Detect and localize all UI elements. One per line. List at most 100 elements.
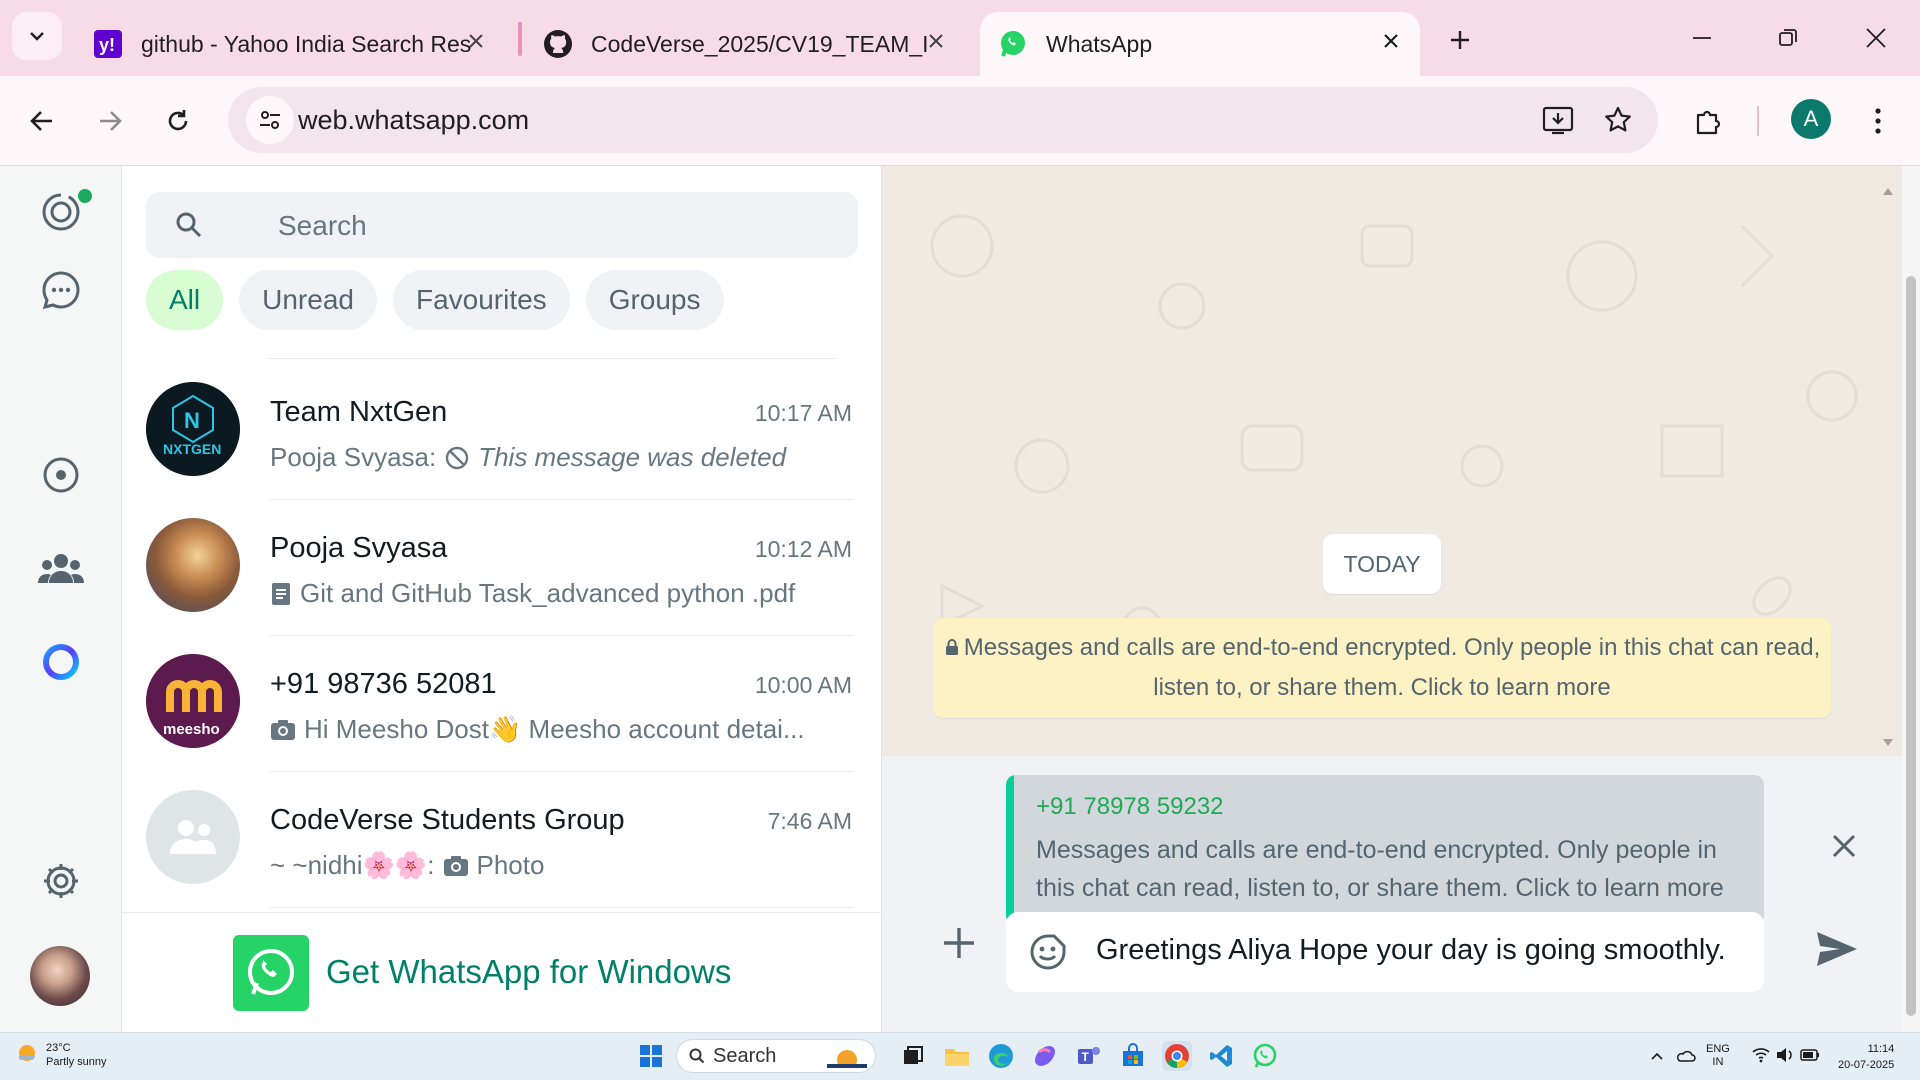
svg-text:N: N: [184, 408, 200, 433]
chat-list-item[interactable]: CodeVerse Students Group 7:46 AM ~ ~nidh…: [122, 772, 862, 908]
chat-preview: ~ ~nidhi🌸🌸: Photo: [270, 850, 544, 881]
chat-time: 7:46 AM: [767, 808, 852, 834]
address-bar[interactable]: web.whatsapp.com: [228, 87, 1658, 153]
whatsapp-icon: [998, 29, 1028, 59]
profile-avatar[interactable]: A: [1791, 99, 1831, 139]
filter-groups[interactable]: Groups: [585, 270, 724, 330]
gear-icon: [44, 864, 78, 898]
weather-widget[interactable]: 23°C Partly sunny: [16, 1041, 107, 1069]
minimize-button[interactable]: [1678, 16, 1726, 60]
message-input[interactable]: Greetings Aliya Hope your day is going s…: [1006, 912, 1764, 992]
forward-button[interactable]: [86, 97, 134, 145]
system-clock[interactable]: 11:14 20-07-2025: [1838, 1041, 1894, 1073]
onedrive-icon[interactable]: [1676, 1047, 1696, 1065]
chevron-up-icon[interactable]: [1650, 1049, 1664, 1063]
reply-preview[interactable]: +91 78978 59232 Messages and calls are e…: [1006, 775, 1764, 925]
encryption-notice[interactable]: Messages and calls are end-to-end encryp…: [933, 618, 1831, 718]
close-tab-icon[interactable]: [921, 26, 951, 56]
close-tab-icon[interactable]: [1376, 26, 1406, 56]
reply-accent-bar: [1006, 775, 1014, 925]
get-whatsapp-link[interactable]: Get WhatsApp for Windows: [326, 953, 731, 991]
browser-toolbar: web.whatsapp.com A: [0, 76, 1920, 166]
browser-menu-button[interactable]: [1854, 97, 1902, 145]
battery-icon[interactable]: [1800, 1047, 1820, 1063]
weather-sun-icon: [18, 1045, 35, 1061]
get-whatsapp-banner[interactable]: Get WhatsApp for Windows: [122, 912, 881, 1032]
filter-unread[interactable]: Unread: [239, 270, 377, 330]
whatsapp-icon: [1253, 1043, 1277, 1068]
language-indicator[interactable]: ENG IN: [1706, 1043, 1730, 1069]
communities-button[interactable]: [36, 544, 86, 594]
volume-icon[interactable]: [1776, 1047, 1794, 1063]
sticker-icon: [1030, 934, 1066, 970]
tab-github-repo[interactable]: CodeVerse_2025/CV19_TEAM_I: [525, 12, 965, 76]
emoji-sticker-button[interactable]: [1026, 930, 1070, 974]
file-explorer-button[interactable]: [942, 1041, 972, 1071]
document-icon: [272, 582, 290, 605]
chat-name: +91 98736 52081: [270, 668, 497, 700]
chats-button[interactable]: [36, 265, 86, 315]
reload-button[interactable]: [154, 97, 202, 145]
send-button[interactable]: [1810, 922, 1864, 976]
edge-button[interactable]: [986, 1041, 1016, 1071]
search-placeholder: Search: [278, 210, 367, 241]
my-profile-avatar[interactable]: [30, 946, 90, 1006]
meta-ai-button[interactable]: [36, 637, 86, 687]
teams-button[interactable]: T: [1074, 1041, 1104, 1071]
back-button[interactable]: [18, 97, 66, 145]
restore-button[interactable]: [1764, 16, 1812, 60]
search-icon: [689, 1048, 705, 1064]
taskbar-search[interactable]: Search: [676, 1039, 876, 1073]
weather-desc: Partly sunny: [46, 1056, 107, 1068]
tab-yahoo-search[interactable]: y! github - Yahoo India Search Res: [75, 12, 505, 76]
extensions-button[interactable]: [1684, 97, 1732, 145]
copilot-button[interactable]: [1030, 1041, 1060, 1071]
message-draft: Greetings Aliya Hope your day is going s…: [1096, 934, 1726, 966]
compose-footer: +91 78978 59232 Messages and calls are e…: [882, 756, 1902, 1032]
chat-list-item[interactable]: N NXTGEN Team NxtGen 10:17 AM Pooja Svya…: [122, 364, 862, 500]
new-tab-button[interactable]: [1440, 20, 1480, 60]
scroll-down-icon[interactable]: [1882, 738, 1894, 748]
reply-sender: +91 78978 59232: [1036, 793, 1224, 820]
group-avatar: N NXTGEN: [146, 382, 240, 476]
channels-button[interactable]: [36, 450, 86, 500]
site-settings-icon[interactable]: [246, 96, 294, 144]
chat-list-item[interactable]: meesho +91 98736 52081 10:00 AM Hi Meesh…: [122, 636, 862, 772]
chrome-button[interactable]: [1162, 1041, 1192, 1071]
windows-taskbar: 23°C Partly sunny Search T ENG IN 11:14 …: [0, 1032, 1920, 1080]
svg-text:NXTGEN: NXTGEN: [163, 441, 221, 457]
plus-icon: [1451, 31, 1469, 49]
settings-button[interactable]: [36, 856, 86, 906]
bookmark-button[interactable]: [1594, 96, 1642, 144]
contact-avatar: [146, 518, 240, 612]
arrow-right-icon: [100, 111, 122, 131]
conversation-panel: TODAY Messages and calls are end-to-end …: [882, 166, 1902, 1032]
teams-icon: T: [1078, 1047, 1100, 1064]
vscode-button[interactable]: [1206, 1041, 1236, 1071]
store-button[interactable]: [1118, 1041, 1148, 1071]
close-tab-icon[interactable]: [461, 26, 491, 56]
filter-all[interactable]: All: [146, 270, 224, 330]
page-scrollbar[interactable]: [1906, 276, 1916, 1016]
close-window-button[interactable]: [1852, 16, 1900, 60]
filter-favourites[interactable]: Favourites: [392, 270, 570, 330]
install-icon: [1542, 106, 1574, 135]
tab-search-button[interactable]: [12, 12, 62, 60]
attach-button[interactable]: [934, 918, 984, 968]
tab-strip: y! github - Yahoo India Search Res CodeV…: [0, 0, 1920, 76]
scroll-up-icon[interactable]: [1882, 186, 1894, 196]
install-app-button[interactable]: [1534, 96, 1582, 144]
plus-icon: [944, 928, 974, 958]
chat-list-item[interactable]: Pooja Svyasa 10:12 AM Git and GitHub Tas…: [122, 500, 862, 636]
status-button[interactable]: [36, 187, 92, 237]
cancel-reply-button[interactable]: [1822, 824, 1866, 868]
wifi-icon[interactable]: [1752, 1047, 1770, 1063]
tab-whatsapp[interactable]: WhatsApp: [980, 12, 1420, 76]
restore-icon: [1779, 29, 1797, 46]
start-button[interactable]: [636, 1041, 666, 1071]
search-input[interactable]: Search: [146, 192, 858, 258]
whatsapp-taskbar-button[interactable]: [1250, 1041, 1280, 1071]
channels-icon: [43, 457, 79, 493]
task-view-button[interactable]: [898, 1041, 928, 1071]
url-text[interactable]: web.whatsapp.com: [298, 105, 529, 136]
